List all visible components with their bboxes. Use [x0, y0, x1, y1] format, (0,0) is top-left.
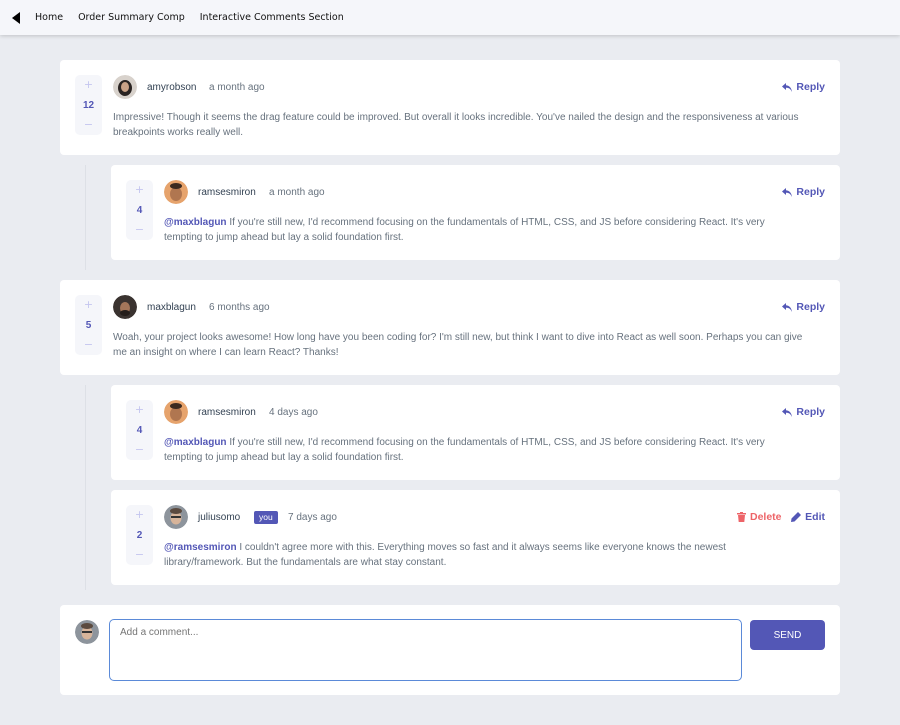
- add-comment-card: SEND: [60, 605, 840, 695]
- mention-link[interactable]: @maxblagun: [164, 217, 227, 228]
- upvote-button[interactable]: +: [84, 299, 93, 311]
- trash-icon: [737, 512, 746, 522]
- downvote-button[interactable]: −: [84, 339, 93, 351]
- username[interactable]: amyrobson: [147, 82, 196, 93]
- upvote-button[interactable]: +: [84, 79, 93, 91]
- reply-button[interactable]: Reply: [782, 81, 825, 93]
- reply-card: + 4 − ramsesmiron a month ago Reply @max…: [111, 165, 840, 260]
- avatar: [164, 180, 188, 204]
- timestamp: 6 months ago: [209, 302, 270, 313]
- upvote-button[interactable]: +: [135, 404, 144, 416]
- downvote-button[interactable]: −: [135, 444, 144, 456]
- reply-thread-line: [85, 385, 86, 590]
- comment-body: Impressive! Though it seems the drag fea…: [113, 112, 799, 138]
- username[interactable]: juliusomo: [198, 512, 240, 523]
- score: 4: [136, 204, 143, 216]
- send-button[interactable]: SEND: [750, 620, 825, 650]
- upvote-button[interactable]: +: [135, 184, 144, 196]
- nav-link-interactive-comments[interactable]: Interactive Comments Section: [200, 12, 344, 23]
- comment-text: @maxblagun If you're still new, I'd reco…: [164, 215, 804, 245]
- nav-link-order-summary[interactable]: Order Summary Comp: [78, 12, 185, 23]
- comment-text: @maxblagun If you're still new, I'd reco…: [164, 435, 804, 465]
- comment-body: If you're still new, I'd recommend focus…: [164, 437, 765, 463]
- comment-body: Woah, your project looks awesome! How lo…: [113, 332, 803, 358]
- comment-body: If you're still new, I'd recommend focus…: [164, 217, 765, 243]
- mention-link[interactable]: @ramsesmiron: [164, 542, 237, 553]
- you-badge: you: [254, 511, 278, 524]
- upvote-button[interactable]: +: [135, 509, 144, 521]
- timestamp: 4 days ago: [269, 407, 318, 418]
- comment-text: Woah, your project looks awesome! How lo…: [113, 330, 813, 360]
- comment-text: @ramsesmiron I couldn't agree more with …: [164, 540, 784, 570]
- score: 2: [136, 529, 143, 541]
- reply-card: + 4 − ramsesmiron 4 days ago Reply @maxb…: [111, 385, 840, 480]
- edit-button[interactable]: Edit: [791, 511, 825, 523]
- reply-card-own: + 2 − juliusomo you 7 days ago Delete Ed…: [111, 490, 840, 585]
- reply-button[interactable]: Reply: [782, 301, 825, 313]
- avatar: [164, 505, 188, 529]
- downvote-button[interactable]: −: [135, 549, 144, 561]
- vote-widget: + 5 −: [75, 295, 102, 355]
- comment-card: + 5 − maxblagun 6 months ago Reply Woah,…: [60, 280, 840, 375]
- username[interactable]: ramsesmiron: [198, 407, 256, 418]
- comment-input[interactable]: [109, 619, 742, 681]
- reply-button[interactable]: Reply: [782, 406, 825, 418]
- username[interactable]: maxblagun: [147, 302, 196, 313]
- comment-body: I couldn't agree more with this. Everyth…: [164, 542, 726, 568]
- vote-widget: + 12 −: [75, 75, 102, 135]
- avatar: [113, 75, 137, 99]
- vote-widget: + 4 −: [126, 180, 153, 240]
- comment-card: + 12 − amyrobson a month ago Reply Impre…: [60, 60, 840, 155]
- avatar: [113, 295, 137, 319]
- avatar: [164, 400, 188, 424]
- back-arrow-icon[interactable]: [12, 11, 20, 24]
- timestamp: 7 days ago: [288, 512, 337, 523]
- reply-icon: [782, 82, 793, 92]
- reply-button[interactable]: Reply: [782, 186, 825, 198]
- score: 12: [82, 99, 95, 111]
- vote-widget: + 2 −: [126, 505, 153, 565]
- comment-text: Impressive! Though it seems the drag fea…: [113, 110, 813, 140]
- username[interactable]: ramsesmiron: [198, 187, 256, 198]
- downvote-button[interactable]: −: [84, 119, 93, 131]
- score: 4: [136, 424, 143, 436]
- downvote-button[interactable]: −: [135, 224, 144, 236]
- reply-icon: [782, 407, 793, 417]
- current-user-avatar: [75, 620, 99, 644]
- score: 5: [85, 319, 92, 331]
- timestamp: a month ago: [269, 187, 325, 198]
- reply-icon: [782, 187, 793, 197]
- top-nav-bar: Home Order Summary Comp Interactive Comm…: [0, 0, 900, 35]
- vote-widget: + 4 −: [126, 400, 153, 460]
- pencil-icon: [791, 512, 802, 522]
- reply-thread-line: [85, 165, 86, 270]
- nav-link-home[interactable]: Home: [35, 12, 63, 23]
- mention-link[interactable]: @maxblagun: [164, 437, 227, 448]
- delete-button[interactable]: Delete: [737, 511, 782, 523]
- timestamp: a month ago: [209, 82, 265, 93]
- reply-icon: [782, 302, 793, 312]
